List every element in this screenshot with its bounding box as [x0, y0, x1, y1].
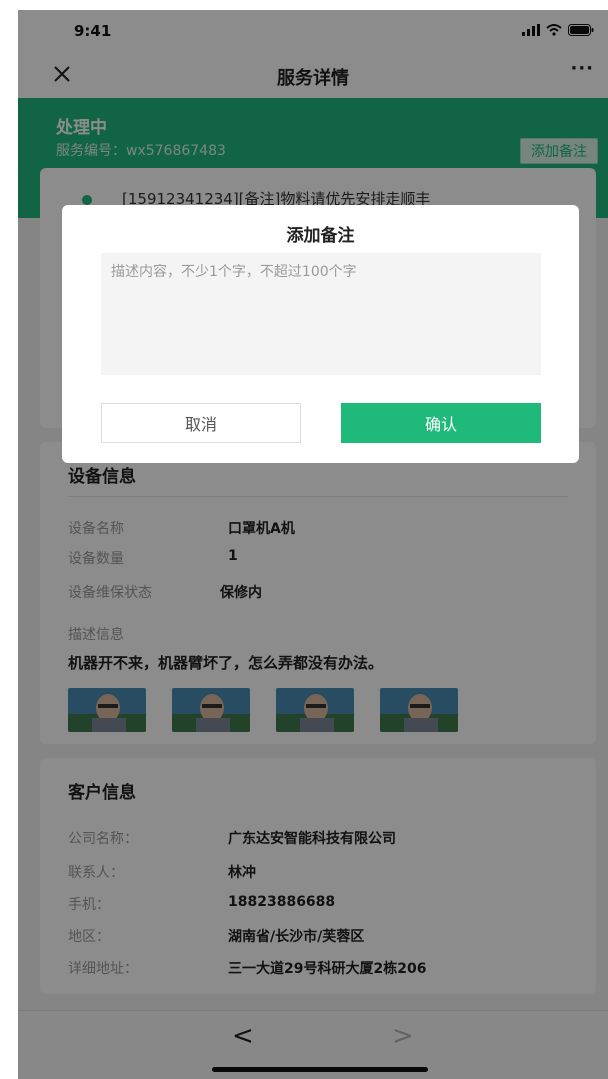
dialog-title: 添加备注	[286, 226, 355, 246]
add-note-dialog: 添加备注 取消 确认	[62, 205, 579, 463]
phone-screen: 9:41 服务详情 ··· 处理中 服务编号：wx576867483 添加备注 …	[18, 10, 608, 1079]
modal-overlay[interactable]	[18, 10, 608, 1079]
confirm-button[interactable]: 确认	[341, 403, 541, 443]
note-input[interactable]	[101, 253, 541, 375]
cancel-button[interactable]: 取消	[101, 403, 301, 443]
